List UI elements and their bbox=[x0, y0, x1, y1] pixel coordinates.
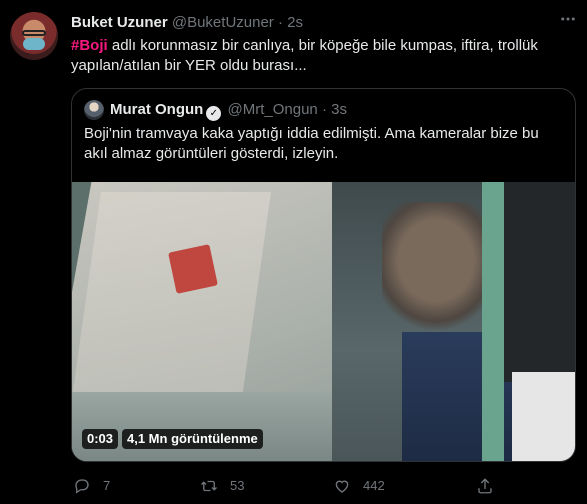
hashtag-link[interactable]: #Boji bbox=[71, 37, 108, 54]
quoted-author-handle: @Mrt_Ongun bbox=[227, 101, 318, 118]
tweet-body: adlı korunmasız bir canlıya, bir köpeğe … bbox=[71, 37, 538, 74]
quoted-tweet-header: Murat Ongun ✓ @Mrt_Ongun · 3s bbox=[110, 100, 347, 121]
quoted-author-avatar bbox=[84, 100, 104, 120]
tweet-action-bar: 7 53 442 bbox=[71, 474, 576, 498]
share-button[interactable] bbox=[476, 474, 506, 498]
video-player[interactable] bbox=[72, 182, 575, 461]
quoted-author-name: Murat Ongun bbox=[110, 101, 204, 118]
reply-icon bbox=[75, 479, 89, 494]
video-view-count: 4,1 Mn görüntülenme bbox=[122, 429, 263, 449]
video-frame-red-sign bbox=[168, 244, 218, 294]
author-handle[interactable]: @BuketUzuner bbox=[172, 14, 274, 31]
heart-icon bbox=[335, 480, 349, 493]
retweet-count: 53 bbox=[230, 478, 245, 493]
retweet-icon bbox=[201, 480, 217, 492]
author-name[interactable]: Buket Uzuner bbox=[71, 14, 168, 31]
reply-button[interactable]: 7 bbox=[73, 474, 110, 498]
video-frame-shadow bbox=[502, 182, 575, 382]
quoted-header-separator: · bbox=[321, 101, 327, 118]
quoted-tweet-card[interactable]: Murat Ongun ✓ @Mrt_Ongun · 3s Boji'nin tr… bbox=[71, 88, 576, 462]
quoted-tweet-text: Boji'nin tramvaya kaka yaptığı iddia edi… bbox=[84, 125, 539, 162]
author-avatar[interactable] bbox=[10, 12, 58, 60]
video-frame-pole bbox=[482, 182, 504, 461]
video-duration: 0:03 bbox=[82, 429, 119, 449]
header-separator: · bbox=[277, 14, 283, 31]
tweet-text: #Boji adlı korunmasız bir canlıya, bir k… bbox=[71, 36, 576, 76]
video-frame-bag bbox=[512, 372, 575, 461]
reply-count: 7 bbox=[103, 478, 111, 493]
retweet-button[interactable]: 53 bbox=[200, 474, 244, 498]
like-button[interactable]: 442 bbox=[333, 474, 385, 498]
verified-badge-icon: ✓ bbox=[206, 106, 222, 121]
tweet-header: Buket Uzuner @BuketUzuner · 2s bbox=[71, 13, 303, 33]
avatar-glasses bbox=[22, 30, 46, 36]
more-horizontal-icon[interactable] bbox=[557, 10, 579, 30]
avatar-mask bbox=[23, 38, 45, 50]
quoted-tweet-time: 3s bbox=[331, 101, 347, 118]
tweet-time[interactable]: 2s bbox=[287, 14, 303, 31]
like-count: 442 bbox=[363, 478, 385, 493]
share-icon bbox=[478, 478, 492, 494]
